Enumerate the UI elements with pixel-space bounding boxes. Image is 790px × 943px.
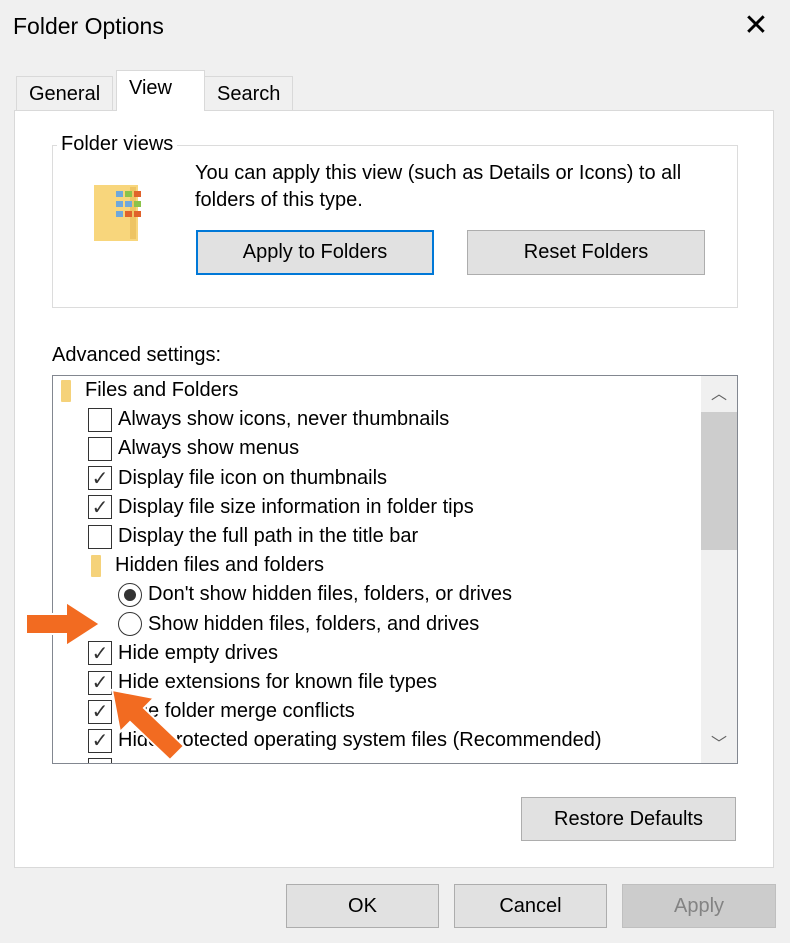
item-label: Hidden files and folders <box>115 554 325 577</box>
list-item[interactable]: Display the full path in the title bar <box>88 522 418 551</box>
item-label: Always show menus <box>118 437 300 460</box>
apply-button: Apply <box>622 884 776 928</box>
annotation-arrow-right-icon <box>25 600 102 648</box>
list-item[interactable]: ✓ Display file size information in folder… <box>88 493 474 522</box>
tab-general[interactable]: General <box>16 76 114 110</box>
list-item[interactable]: ✓ Hide empty drives <box>88 639 278 668</box>
list-item[interactable]: Don't show hidden files, folders, or dri… <box>118 580 512 609</box>
folder-views-description: You can apply this view (such as Details… <box>195 162 682 211</box>
category-row: Files and Folders <box>61 376 238 405</box>
list-item[interactable]: Show hidden files, folders, and drives <box>118 610 479 639</box>
window-title: Folder Options <box>13 13 164 39</box>
checkbox-unchecked[interactable] <box>88 436 112 461</box>
apply-to-folders-button[interactable]: Apply to Folders <box>196 230 434 275</box>
category-row: Hidden files and folders <box>91 551 324 580</box>
folder-thumbnails-icon <box>94 185 141 241</box>
checkbox-unchecked[interactable] <box>88 524 112 549</box>
scroll-down-icon[interactable]: ﹀ <box>701 730 737 760</box>
checkbox-checked[interactable]: ✓ <box>88 466 112 491</box>
item-label: Display the full path in the title bar <box>118 525 419 547</box>
item-label: Don't show hidden files, folders, or dri… <box>148 583 512 606</box>
tab-view[interactable]: View <box>116 70 205 111</box>
list-item[interactable]: Always show menus <box>88 434 299 463</box>
item-label: Display file icon on thumbnails <box>118 466 388 489</box>
advanced-settings-label: Advanced settings: <box>52 344 221 366</box>
reset-folders-button[interactable]: Reset Folders <box>467 230 705 275</box>
close-icon[interactable]: ✕ <box>738 8 774 44</box>
cancel-button[interactable]: Cancel <box>454 884 607 928</box>
tab-search[interactable]: Search <box>204 76 294 110</box>
annotation-arrow-upleft-icon <box>110 688 186 762</box>
radio-selected[interactable] <box>118 582 142 607</box>
item-label: Show hidden files, folders, and drives <box>148 612 480 635</box>
item-label: Hide empty drives <box>118 641 279 664</box>
restore-defaults-button[interactable]: Restore Defaults <box>521 797 736 841</box>
vertical-scrollbar[interactable]: ︿ ﹀ <box>701 376 737 763</box>
checkbox-unchecked[interactable] <box>88 407 112 432</box>
item-label: Hide protected operating system files (R… <box>118 729 602 752</box>
checkbox-checked[interactable]: ✓ <box>88 495 112 520</box>
ok-button[interactable]: OK <box>286 884 439 928</box>
scroll-up-icon[interactable]: ︿ <box>701 380 737 410</box>
item-label: Display file size information in folder … <box>118 495 474 518</box>
list-item[interactable]: ✓ Display file icon on thumbnails <box>88 464 387 493</box>
folder-views-label: Folder views <box>57 133 178 156</box>
item-label: Always show icons, never thumbnails <box>118 408 450 431</box>
scroll-thumb[interactable] <box>701 412 737 550</box>
radio-unselected[interactable] <box>118 612 142 637</box>
list-item[interactable]: Always show icons, never thumbnails <box>88 405 449 434</box>
folder-icon <box>91 554 101 577</box>
item-label: Files and Folders <box>85 379 239 401</box>
folder-icon <box>61 379 71 402</box>
